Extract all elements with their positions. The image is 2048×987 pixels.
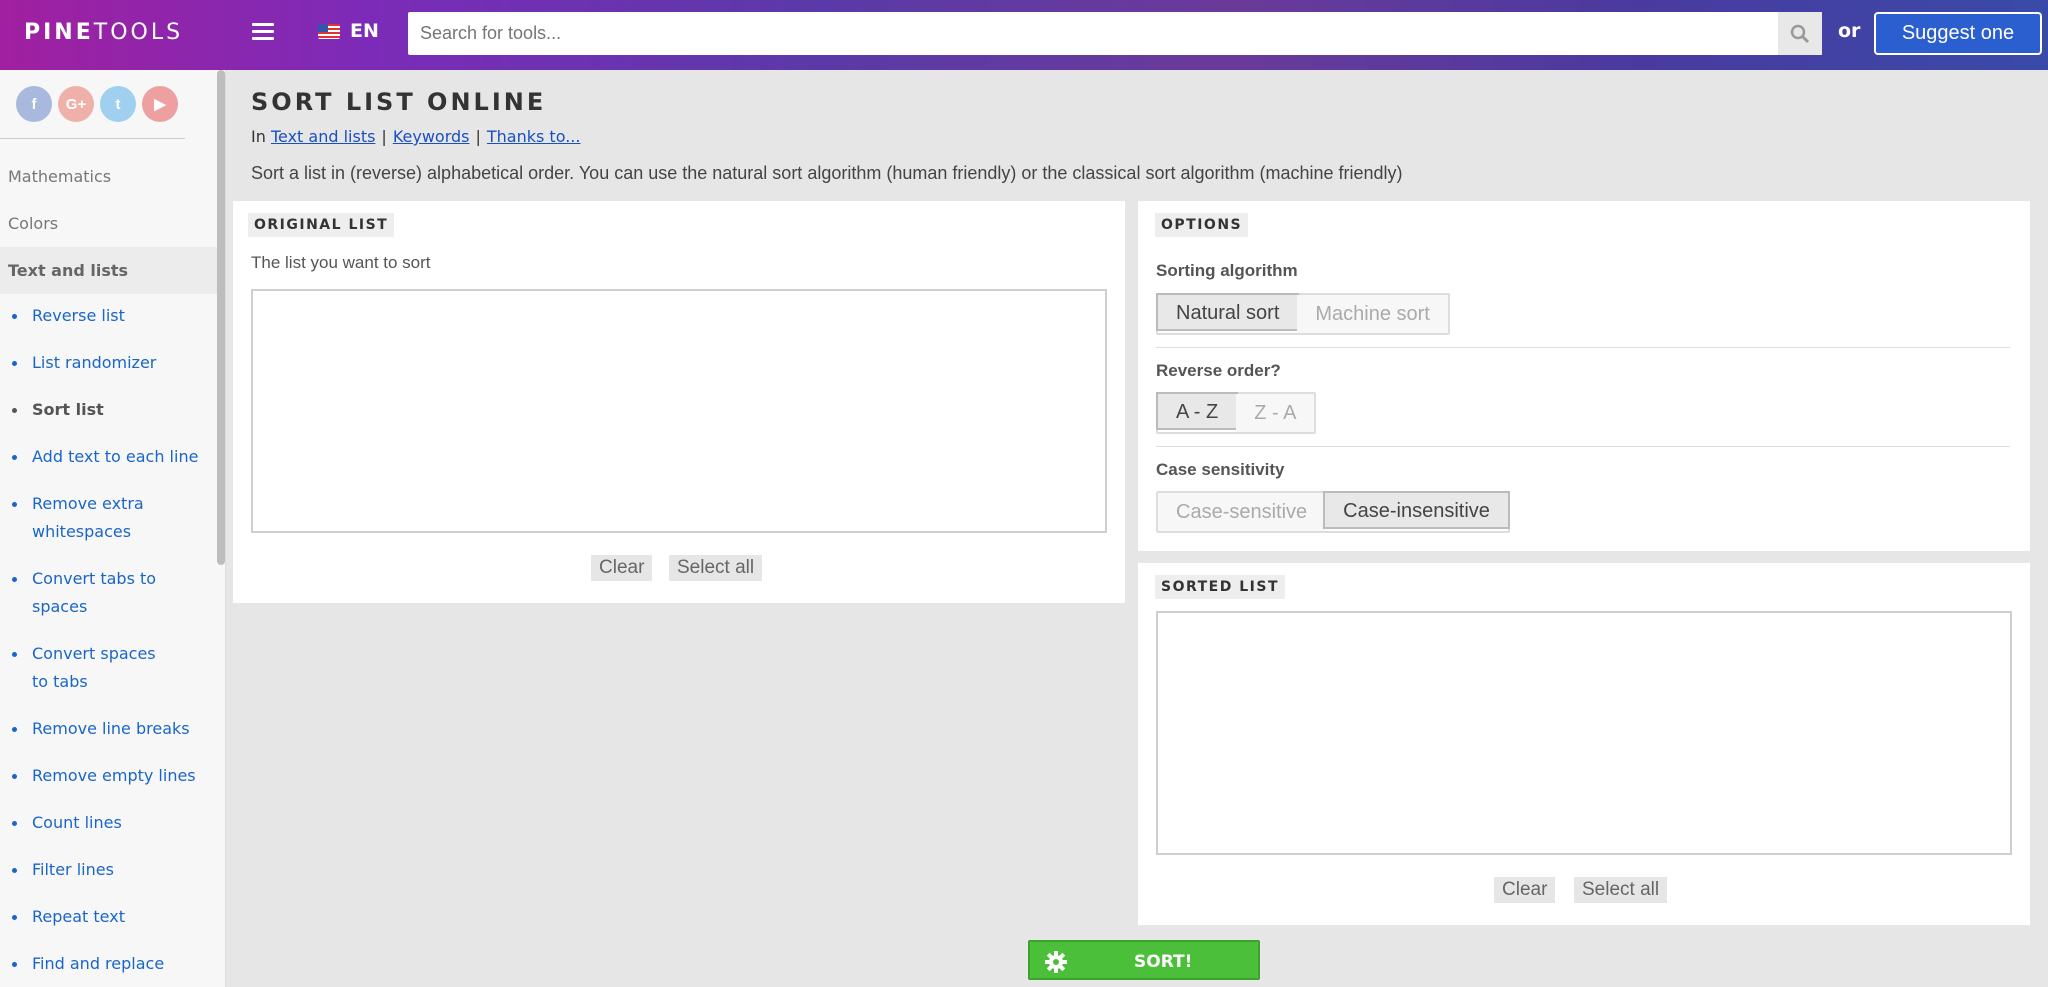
original-list-textarea[interactable] [251, 289, 1107, 533]
page-title: SORT LIST ONLINE [251, 88, 547, 116]
sidebar-item-tabs-to-spaces[interactable]: Convert tabs to spaces [0, 565, 160, 621]
facebook-icon[interactable]: f [16, 86, 52, 122]
youtube-icon[interactable]: ▶ [142, 86, 178, 122]
search-bar [408, 12, 1822, 55]
sidebar-item-count-lines[interactable]: Count lines [0, 809, 225, 837]
sidebar-item-remove-line-breaks[interactable]: Remove line breaks [0, 715, 225, 743]
sort-button[interactable]: SORT! [1028, 940, 1260, 980]
page-description: Sort a list in (reverse) alphabetical or… [251, 163, 1403, 183]
menu-hamburger-icon[interactable] [252, 23, 274, 41]
search-icon [1790, 24, 1810, 43]
breadcrumb-category-link[interactable]: Text and lists [271, 127, 375, 146]
original-list-badge: ORIGINAL LIST [248, 213, 395, 237]
breadcrumb-prefix: In [251, 127, 266, 146]
case-sensitivity-label: Case sensitivity [1156, 460, 1285, 479]
sidebar-category-mathematics[interactable]: Mathematics [0, 153, 225, 200]
reverse-order-toggle: A - Z Z - A [1156, 392, 1317, 434]
thanks-link[interactable]: Thanks to... [487, 127, 581, 146]
natural-sort-option[interactable]: Natural sort [1156, 293, 1300, 331]
search-button[interactable] [1778, 12, 1822, 55]
sidebar-item-add-text[interactable]: Add text to each line [0, 443, 225, 471]
case-sensitive-option[interactable]: Case-sensitive [1158, 493, 1326, 531]
sort-button-label: SORT! [1134, 952, 1193, 972]
original-clear-button[interactable]: Clear [591, 555, 653, 581]
sidebar-category-colors[interactable]: Colors [0, 200, 225, 247]
or-text: or [1838, 20, 1861, 42]
google-plus-icon[interactable]: G+ [58, 86, 94, 122]
top-header: PINETOOLS EN or Suggest one [0, 0, 2048, 70]
language-label: EN [350, 20, 379, 42]
sidebar-item-list-randomizer[interactable]: List randomizer [0, 349, 225, 377]
reverse-order-label: Reverse order? [1156, 361, 1281, 380]
keywords-link[interactable]: Keywords [393, 127, 470, 146]
options-divider-1 [1156, 347, 2010, 348]
sidebar-item-reverse-list[interactable]: Reverse list [0, 302, 225, 330]
sidebar-item-filter-lines[interactable]: Filter lines [0, 856, 225, 884]
sidebar-item-spaces-to-tabs[interactable]: Convert spaces to tabs [0, 640, 160, 696]
a-z-option[interactable]: A - Z [1156, 392, 1239, 430]
sidebar-item-find-replace[interactable]: Find and replace [0, 950, 225, 978]
original-list-label: The list you want to sort [251, 253, 431, 272]
sidebar: f G+ t ▶ Mathematics Colors Text and lis… [0, 70, 226, 987]
sidebar-item-remove-whitespaces[interactable]: Remove extra whitespaces [0, 490, 180, 546]
original-select-all-button[interactable]: Select all [669, 555, 763, 581]
breadcrumb: In Text and lists | Keywords | Thanks to... [251, 127, 581, 146]
language-selector[interactable]: EN [318, 20, 379, 42]
sorted-list-badge: SORTED LIST [1155, 575, 1286, 599]
suggest-button[interactable]: Suggest one [1874, 12, 2042, 55]
sorting-algorithm-toggle: Natural sort Machine sort [1156, 293, 1450, 335]
sidebar-item-repeat-text[interactable]: Repeat text [0, 903, 225, 931]
options-divider-2 [1156, 446, 2010, 447]
gear-icon [1045, 951, 1067, 973]
sidebar-category-text-and-lists[interactable]: Text and lists [0, 247, 225, 294]
pinetools-logo[interactable]: PINETOOLS [24, 20, 183, 45]
sorted-list-panel: SORTED LIST Clear Select all [1138, 563, 2030, 925]
logo-bold-text: PINE [24, 20, 94, 45]
sidebar-item-sort-list[interactable]: Sort list [0, 396, 225, 424]
case-sensitivity-toggle: Case-sensitive Case-insensitive [1156, 491, 1510, 533]
twitter-icon[interactable]: t [100, 86, 136, 122]
social-links: f G+ t ▶ [0, 70, 225, 122]
original-list-panel: ORIGINAL LIST The list you want to sort … [233, 201, 1125, 603]
options-badge: OPTIONS [1155, 213, 1249, 237]
z-a-option[interactable]: Z - A [1236, 394, 1315, 432]
sorted-clear-button[interactable]: Clear [1494, 877, 1556, 903]
sorted-list-textarea[interactable] [1156, 611, 2012, 855]
us-flag-icon [318, 23, 340, 39]
sidebar-item-remove-empty-lines[interactable]: Remove empty lines [0, 762, 225, 790]
logo-thin-text: TOOLS [93, 20, 184, 45]
sorted-select-all-button[interactable]: Select all [1574, 877, 1668, 903]
options-panel: OPTIONS Sorting algorithm Natural sort M… [1138, 201, 2030, 551]
case-insensitive-option[interactable]: Case-insensitive [1323, 491, 1510, 529]
sidebar-tool-list: Reverse list List randomizer Sort list A… [0, 294, 225, 978]
sorting-algorithm-label: Sorting algorithm [1156, 261, 1298, 280]
machine-sort-option[interactable]: Machine sort [1297, 295, 1448, 333]
search-input[interactable] [408, 12, 1778, 55]
